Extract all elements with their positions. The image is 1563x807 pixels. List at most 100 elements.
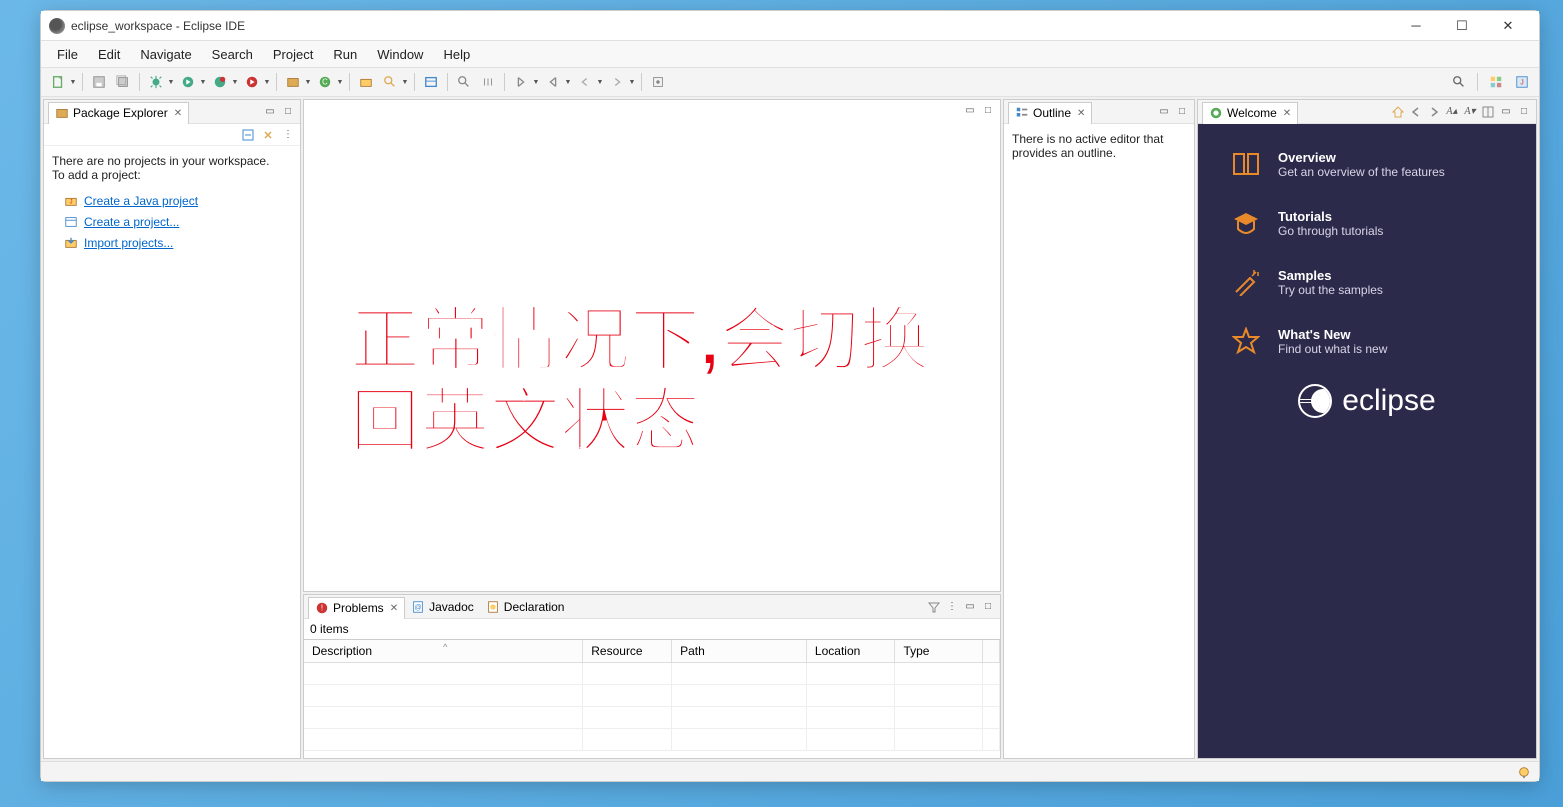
nav-forward-icon[interactable] bbox=[1426, 104, 1442, 120]
back-button[interactable] bbox=[574, 71, 596, 93]
menu-navigate[interactable]: Navigate bbox=[130, 44, 201, 65]
collapse-all-icon[interactable] bbox=[240, 127, 256, 143]
menu-project[interactable]: Project bbox=[263, 44, 323, 65]
run-last-dropdown[interactable]: ▼ bbox=[263, 79, 271, 86]
open-type-button[interactable] bbox=[355, 71, 377, 93]
tip-icon[interactable] bbox=[1517, 765, 1531, 779]
minimize-panel-icon[interactable]: ▭ bbox=[262, 104, 278, 120]
back-dropdown[interactable]: ▼ bbox=[596, 79, 604, 86]
whatsnew-icon bbox=[1232, 327, 1260, 355]
maximize-outline-icon[interactable]: □ bbox=[1174, 104, 1190, 120]
import-projects-link[interactable]: Import projects... bbox=[64, 236, 292, 250]
prev-annotation-dropdown[interactable]: ▼ bbox=[564, 79, 572, 86]
new-class-button[interactable]: C bbox=[314, 71, 336, 93]
minimize-outline-icon[interactable]: ▭ bbox=[1156, 104, 1172, 120]
overview-icon bbox=[1232, 150, 1260, 178]
filter-icon[interactable] bbox=[926, 599, 942, 615]
col-path[interactable]: Path bbox=[672, 640, 807, 662]
save-button[interactable] bbox=[88, 71, 110, 93]
table-row bbox=[304, 662, 1000, 684]
forward-dropdown[interactable]: ▼ bbox=[628, 79, 636, 86]
no-projects-msg2: To add a project: bbox=[52, 168, 292, 182]
editor-minimize-icon[interactable]: ▭ bbox=[962, 102, 978, 118]
minimize-problems-icon[interactable]: ▭ bbox=[962, 599, 978, 615]
search-button[interactable] bbox=[379, 71, 401, 93]
run-last-button[interactable] bbox=[241, 71, 263, 93]
nav-back-icon[interactable] bbox=[1408, 104, 1424, 120]
eclipse-icon bbox=[49, 18, 65, 34]
new-button[interactable] bbox=[47, 71, 69, 93]
close-welcome-tab[interactable]: ✕ bbox=[1283, 108, 1291, 119]
close-button[interactable]: ✕ bbox=[1485, 12, 1531, 40]
pin-button[interactable] bbox=[477, 71, 499, 93]
table-row bbox=[304, 728, 1000, 750]
new-class-dropdown[interactable]: ▼ bbox=[336, 79, 344, 86]
run-dropdown[interactable]: ▼ bbox=[199, 79, 207, 86]
welcome-tutorials[interactable]: TutorialsGo through tutorials bbox=[1232, 209, 1502, 238]
package-explorer-tab[interactable]: Package Explorer ✕ bbox=[48, 102, 189, 124]
package-explorer-tab-label: Package Explorer bbox=[73, 106, 168, 120]
prev-annotation-button[interactable] bbox=[542, 71, 564, 93]
next-annotation-dropdown[interactable]: ▼ bbox=[532, 79, 540, 86]
link-editor-icon[interactable] bbox=[260, 127, 276, 143]
create-java-project-link[interactable]: J Create a Java project bbox=[64, 194, 292, 208]
debug-dropdown[interactable]: ▼ bbox=[167, 79, 175, 86]
col-type[interactable]: Type bbox=[895, 640, 983, 662]
welcome-tab[interactable]: Welcome ✕ bbox=[1202, 102, 1298, 124]
close-outline-tab[interactable]: ✕ bbox=[1077, 108, 1085, 119]
menu-file[interactable]: File bbox=[47, 44, 88, 65]
problems-tab[interactable]: ! Problems ✕ bbox=[308, 597, 405, 619]
col-description[interactable]: Description^ bbox=[304, 640, 583, 662]
coverage-dropdown[interactable]: ▼ bbox=[231, 79, 239, 86]
menu-help[interactable]: Help bbox=[433, 44, 480, 65]
maximize-problems-icon[interactable]: □ bbox=[980, 599, 996, 615]
maximize-button[interactable]: ☐ bbox=[1439, 12, 1485, 40]
col-resource[interactable]: Resource bbox=[583, 640, 672, 662]
work-area: Package Explorer ✕ ▭ □ ⋮ There are no pr… bbox=[41, 97, 1539, 761]
home-icon[interactable] bbox=[1390, 104, 1406, 120]
maximize-panel-icon[interactable]: □ bbox=[280, 104, 296, 120]
zoom-out-icon[interactable]: A▾ bbox=[1462, 104, 1478, 120]
new-package-button[interactable] bbox=[282, 71, 304, 93]
minimize-button[interactable]: ─ bbox=[1393, 12, 1439, 40]
save-all-button[interactable] bbox=[112, 71, 134, 93]
menu-edit[interactable]: Edit bbox=[88, 44, 130, 65]
view-menu-icon[interactable]: ⋮ bbox=[280, 127, 296, 143]
welcome-whatsnew[interactable]: What's NewFind out what is new bbox=[1232, 327, 1502, 356]
new-package-dropdown[interactable]: ▼ bbox=[304, 79, 312, 86]
toggle-breadcrumb-button[interactable] bbox=[420, 71, 442, 93]
problems-table: Description^ Resource Path Location Type bbox=[304, 639, 1000, 758]
minimize-welcome-icon[interactable]: ▭ bbox=[1498, 104, 1514, 120]
layout-icon[interactable] bbox=[1480, 104, 1496, 120]
java-perspective-button[interactable]: J bbox=[1511, 71, 1533, 93]
welcome-samples[interactable]: SamplesTry out the samples bbox=[1232, 268, 1502, 297]
outline-tab[interactable]: Outline ✕ bbox=[1008, 102, 1092, 124]
view-menu-problems-icon[interactable]: ⋮ bbox=[944, 599, 960, 615]
col-extra[interactable] bbox=[983, 640, 1000, 662]
toggle-mark-button[interactable] bbox=[453, 71, 475, 93]
debug-button[interactable] bbox=[145, 71, 167, 93]
pin-editor-button[interactable] bbox=[647, 71, 669, 93]
forward-button[interactable] bbox=[606, 71, 628, 93]
create-project-link[interactable]: Create a project... bbox=[64, 215, 292, 229]
zoom-in-icon[interactable]: A▴ bbox=[1444, 104, 1460, 120]
open-perspective-button[interactable] bbox=[1485, 71, 1507, 93]
maximize-welcome-icon[interactable]: □ bbox=[1516, 104, 1532, 120]
close-problems-tab[interactable]: ✕ bbox=[390, 603, 398, 614]
col-location[interactable]: Location bbox=[806, 640, 895, 662]
quick-access-button[interactable] bbox=[1448, 71, 1470, 93]
menu-search[interactable]: Search bbox=[202, 44, 263, 65]
coverage-button[interactable] bbox=[209, 71, 231, 93]
editor-maximize-icon[interactable]: □ bbox=[980, 102, 996, 118]
declaration-tab[interactable]: Declaration bbox=[480, 596, 571, 618]
menu-run[interactable]: Run bbox=[323, 44, 367, 65]
close-package-explorer-tab[interactable]: ✕ bbox=[174, 108, 182, 119]
search-dropdown[interactable]: ▼ bbox=[401, 79, 409, 86]
svg-text:J: J bbox=[1520, 80, 1524, 87]
menu-window[interactable]: Window bbox=[367, 44, 433, 65]
new-dropdown[interactable]: ▼ bbox=[69, 79, 77, 86]
run-button[interactable] bbox=[177, 71, 199, 93]
next-annotation-button[interactable] bbox=[510, 71, 532, 93]
javadoc-tab[interactable]: @ Javadoc bbox=[405, 596, 480, 618]
welcome-overview[interactable]: OverviewGet an overview of the features bbox=[1232, 150, 1502, 179]
